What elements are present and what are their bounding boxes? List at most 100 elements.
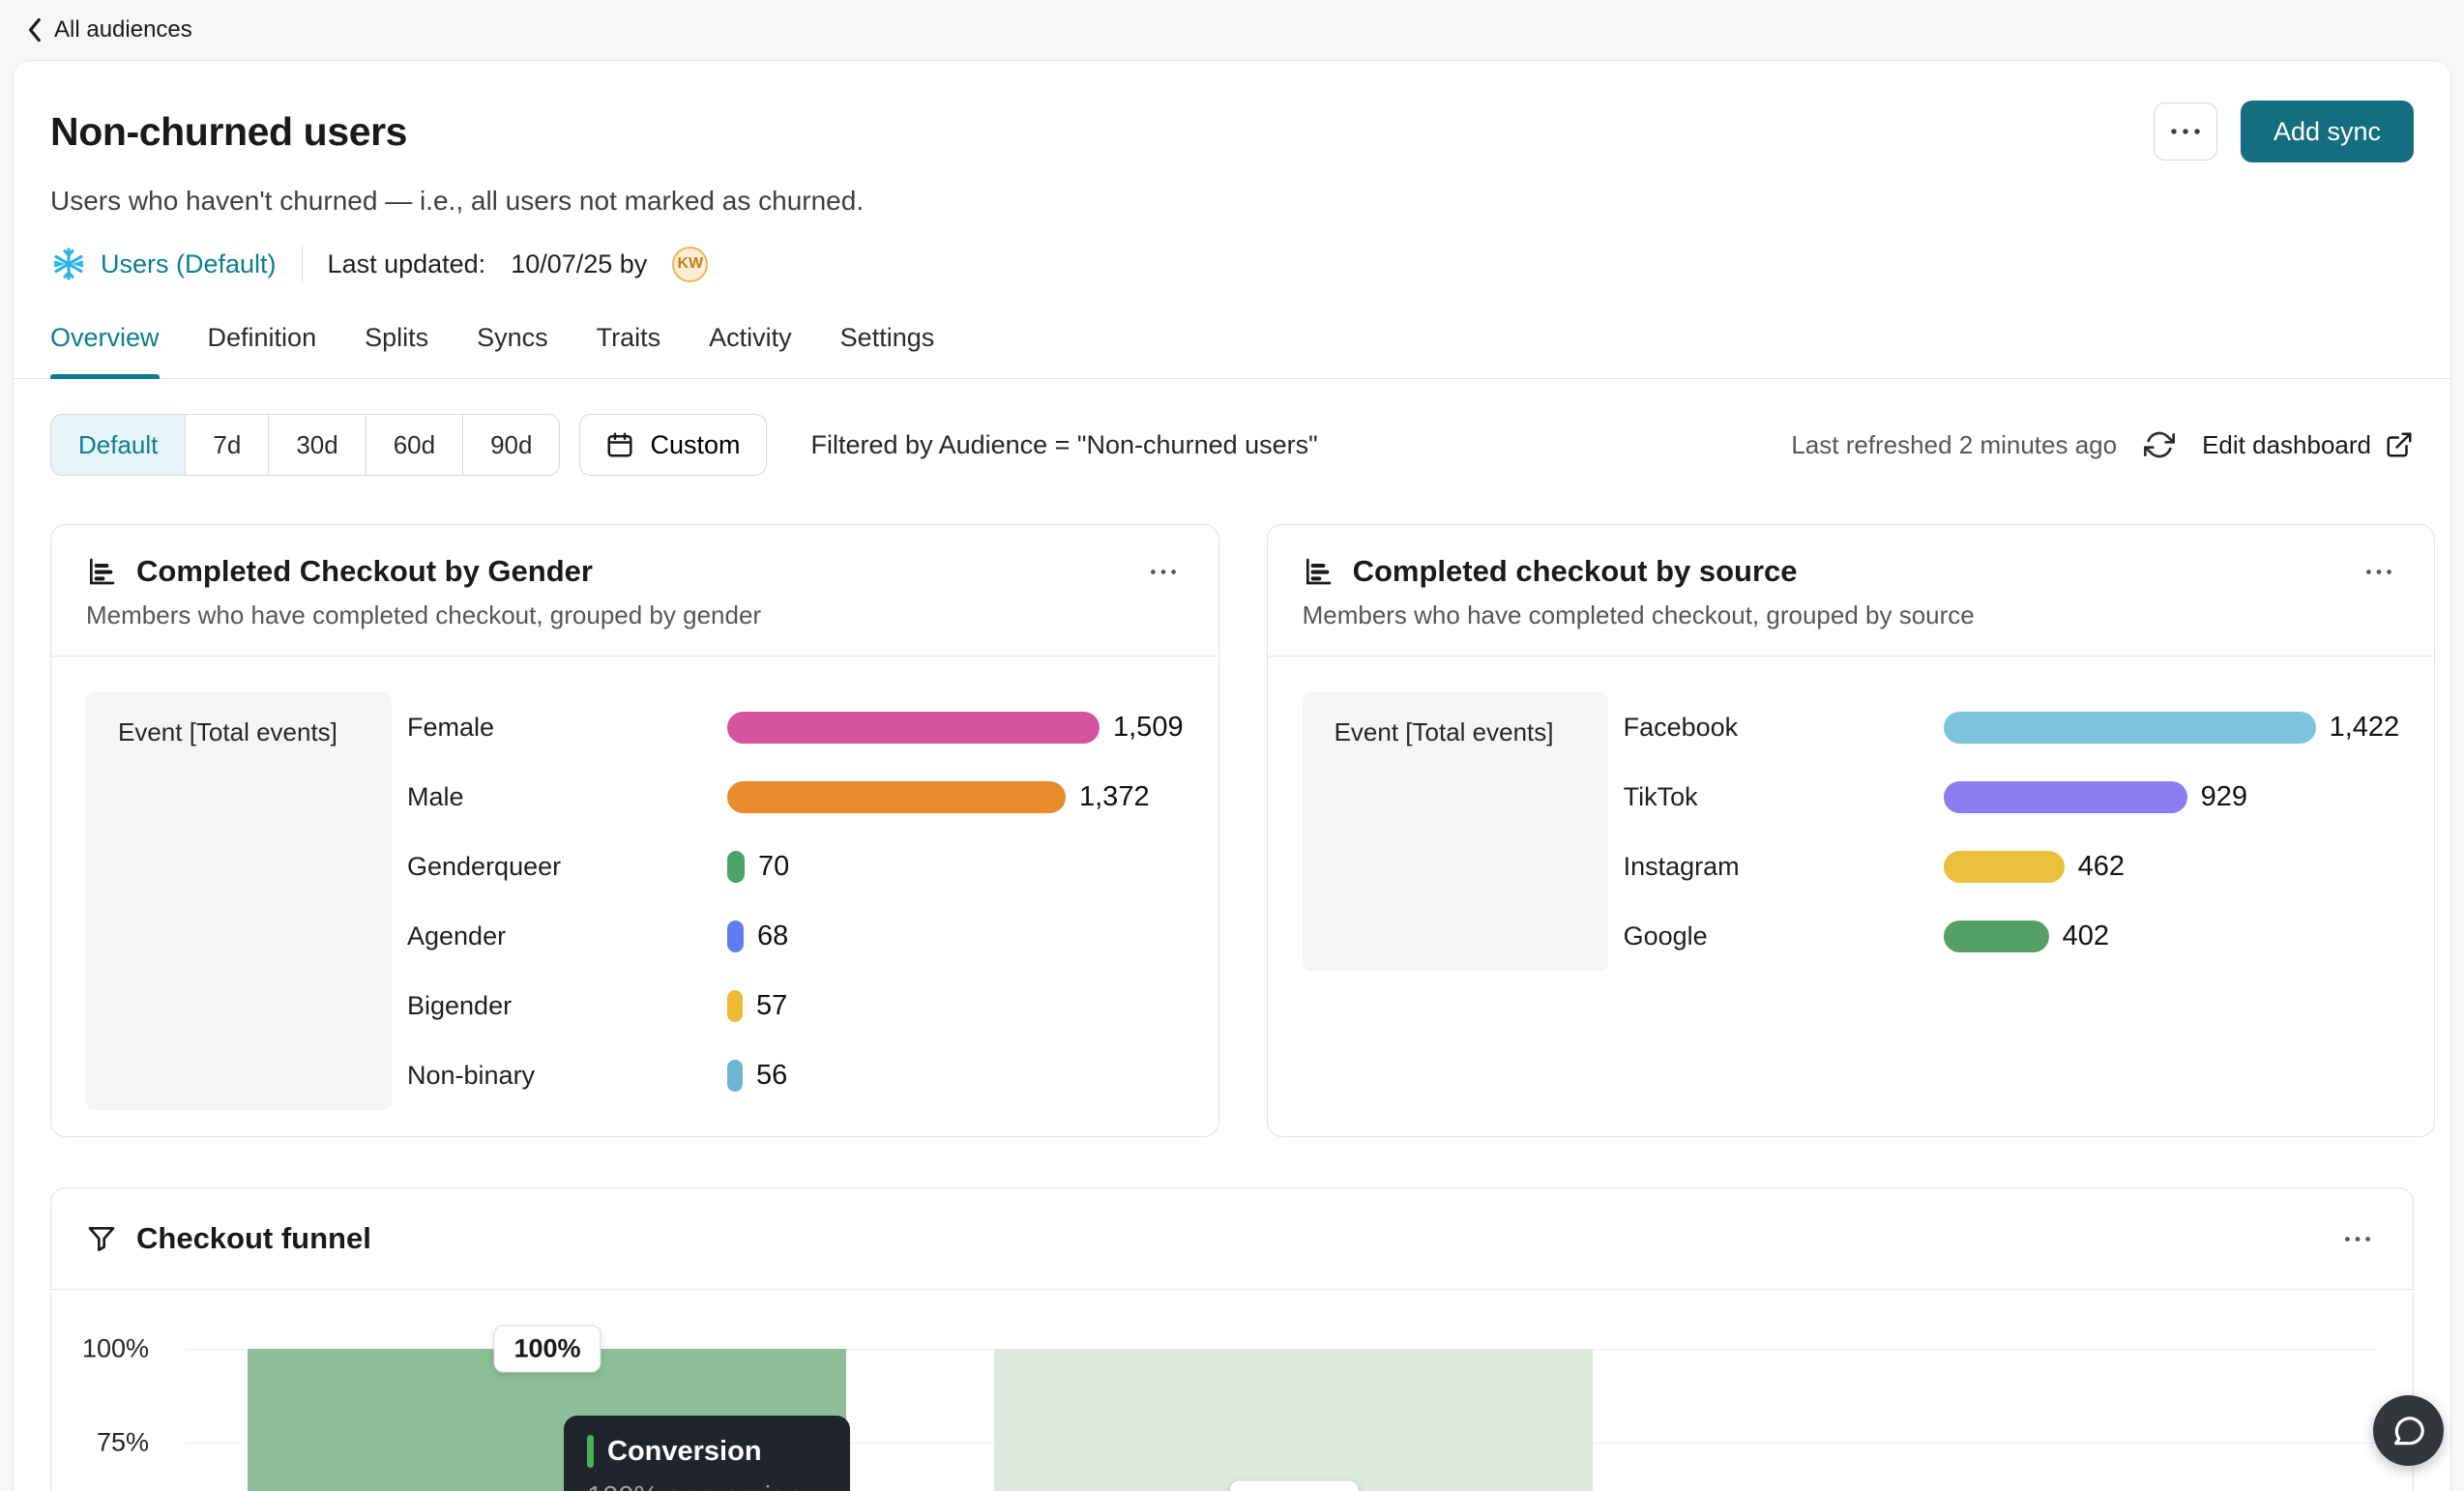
funnel-icon (86, 1223, 117, 1254)
filter-summary: Filtered by Audience = "Non-churned user… (811, 430, 1318, 460)
bar-segment[interactable] (1944, 712, 2316, 744)
tab-settings[interactable]: Settings (840, 309, 935, 378)
bar-segment[interactable] (1944, 921, 2049, 952)
bar-value: 1,372 (1079, 781, 1150, 813)
chart-bar-row: Facebook1,422 (1624, 692, 2400, 762)
more-dots-icon (1149, 568, 1178, 576)
last-updated-value: 10/07/25 by (511, 249, 647, 279)
bar-chart-icon (86, 556, 117, 587)
edit-dashboard-button[interactable]: Edit dashboard (2202, 430, 2414, 460)
tooltip-detail: 100% conversion (587, 1481, 827, 1491)
audience-detail-card: Non-churned users Add sync Users who hav… (13, 60, 2451, 1491)
chart-card-source: Completed checkout by source Members who… (1267, 524, 2436, 1137)
tab-overview[interactable]: Overview (50, 309, 160, 378)
chart-more-button[interactable] (1143, 562, 1184, 582)
bar-segment[interactable] (727, 990, 743, 1022)
bar-segment[interactable] (727, 921, 744, 952)
y-tick-75: 75% (51, 1428, 149, 1458)
chart-card-gender: Completed Checkout by Gender Members who… (50, 524, 1219, 1137)
tooltip-accent-bar (587, 1435, 594, 1468)
tab-syncs[interactable]: Syncs (477, 309, 548, 378)
chart-subtitle: Members who have completed checkout, gro… (1303, 600, 2400, 630)
bar-value: 57 (756, 990, 787, 1022)
chart-bar-row: Non-binary 56 (407, 1040, 1184, 1110)
refresh-button[interactable] (2144, 429, 2175, 460)
calendar-icon (605, 430, 634, 459)
chart-more-button[interactable] (2359, 562, 2399, 582)
event-panel: Event [Total events] (1303, 692, 1608, 971)
more-dots-icon (2343, 1235, 2372, 1243)
range-30d-button[interactable]: 30d (268, 415, 365, 475)
snowflake-icon (50, 246, 87, 282)
bar-category-label: TikTok (1624, 782, 1944, 812)
bar-segment[interactable] (1944, 781, 2187, 813)
bar-value: 1,509 (1113, 712, 1184, 744)
breadcrumb[interactable]: All audiences (25, 16, 192, 44)
tooltip-title: Conversion (607, 1436, 762, 1468)
bar-value: 929 (2201, 781, 2247, 813)
chart-bar-row: Male 1,372 (407, 762, 1184, 832)
chart-title: Completed checkout by source (1353, 554, 1798, 589)
chart-title: Completed Checkout by Gender (136, 554, 593, 589)
chart-subtitle: Members who have completed checkout, gro… (86, 600, 1184, 630)
chart-bar-row: TikTok 929 (1624, 762, 2400, 832)
bar-category-label: Agender (407, 921, 727, 951)
chat-icon (2391, 1413, 2427, 1449)
bar-category-label: Genderqueer (407, 852, 727, 882)
bar-value: 402 (2063, 921, 2109, 952)
more-dots-icon (2169, 127, 2202, 136)
chart-bar-row: Instagram 462 (1624, 832, 2400, 901)
add-sync-button[interactable]: Add sync (2241, 101, 2414, 162)
top-bar: All audiences (0, 0, 2464, 60)
funnel-plot: 100% 75% 100% 58.78% Conversion 100% con… (51, 1290, 2413, 1491)
tab-definition[interactable]: Definition (208, 309, 317, 378)
chart-card-funnel: Checkout funnel 100% 75% 100% 58.78% (50, 1187, 2414, 1491)
chat-launcher-button[interactable] (2373, 1395, 2444, 1466)
chart-more-button[interactable] (2337, 1229, 2378, 1249)
range-90d-button[interactable]: 90d (462, 415, 559, 475)
bar-value: 1,422 (2330, 712, 2400, 744)
breadcrumb-label: All audiences (54, 16, 192, 44)
more-dots-icon (2364, 568, 2393, 576)
external-link-icon (2385, 430, 2414, 459)
header-more-button[interactable] (2154, 102, 2217, 161)
refresh-icon (2144, 429, 2175, 460)
source-link-label: Users (Default) (101, 249, 277, 279)
bar-chart-icon (1303, 556, 1334, 587)
range-default-button[interactable]: Default (51, 415, 185, 475)
chart-bar-row: Female1,509 (407, 692, 1184, 762)
dashboard-toolbar: Default 7d 30d 60d 90d Custom Filtered b… (14, 414, 2450, 476)
bar-value: 56 (756, 1060, 787, 1092)
chart-bar-row: Agender 68 (407, 901, 1184, 971)
back-chevron-icon (25, 16, 43, 44)
tab-splits[interactable]: Splits (365, 309, 428, 378)
range-7d-button[interactable]: 7d (185, 415, 268, 475)
tab-traits[interactable]: Traits (597, 309, 661, 378)
chart-bar-row: Bigender57 (407, 971, 1184, 1040)
bar-segment[interactable] (727, 712, 1100, 744)
bar-segment[interactable] (1944, 851, 2065, 883)
bar-segment[interactable] (727, 781, 1066, 813)
time-range-segmented-control: Default 7d 30d 60d 90d (50, 414, 560, 476)
chart-bar-row: Google 402 (1624, 901, 2400, 971)
chart-bar-row: Genderqueer70 (407, 832, 1184, 901)
last-refreshed-text: Last refreshed 2 minutes ago (1791, 430, 2117, 460)
bar-value: 68 (757, 921, 788, 952)
audience-description: Users who haven't churned — i.e., all us… (50, 186, 2414, 217)
bar-category-label: Google (1624, 921, 1944, 951)
custom-range-button[interactable]: Custom (579, 414, 766, 476)
bar-category-label: Non-binary (407, 1061, 727, 1091)
bar-segment[interactable] (727, 851, 745, 883)
bar-segment[interactable] (727, 1060, 743, 1092)
bar-category-label: Instagram (1624, 852, 1944, 882)
bar-category-label: Male (407, 782, 727, 812)
range-60d-button[interactable]: 60d (366, 415, 462, 475)
conversion-badge-step-2: 58.78% (1229, 1479, 1359, 1491)
tab-bar: Overview Definition Splits Syncs Traits … (14, 309, 2450, 379)
bar-value: 462 (2078, 851, 2125, 883)
conversion-badge-step-1: 100% (493, 1326, 601, 1373)
tab-activity[interactable]: Activity (709, 309, 792, 378)
funnel-bar-step-2[interactable] (994, 1349, 1593, 1491)
page-title: Non-churned users (50, 109, 407, 155)
source-link[interactable]: Users (Default) (50, 246, 277, 282)
